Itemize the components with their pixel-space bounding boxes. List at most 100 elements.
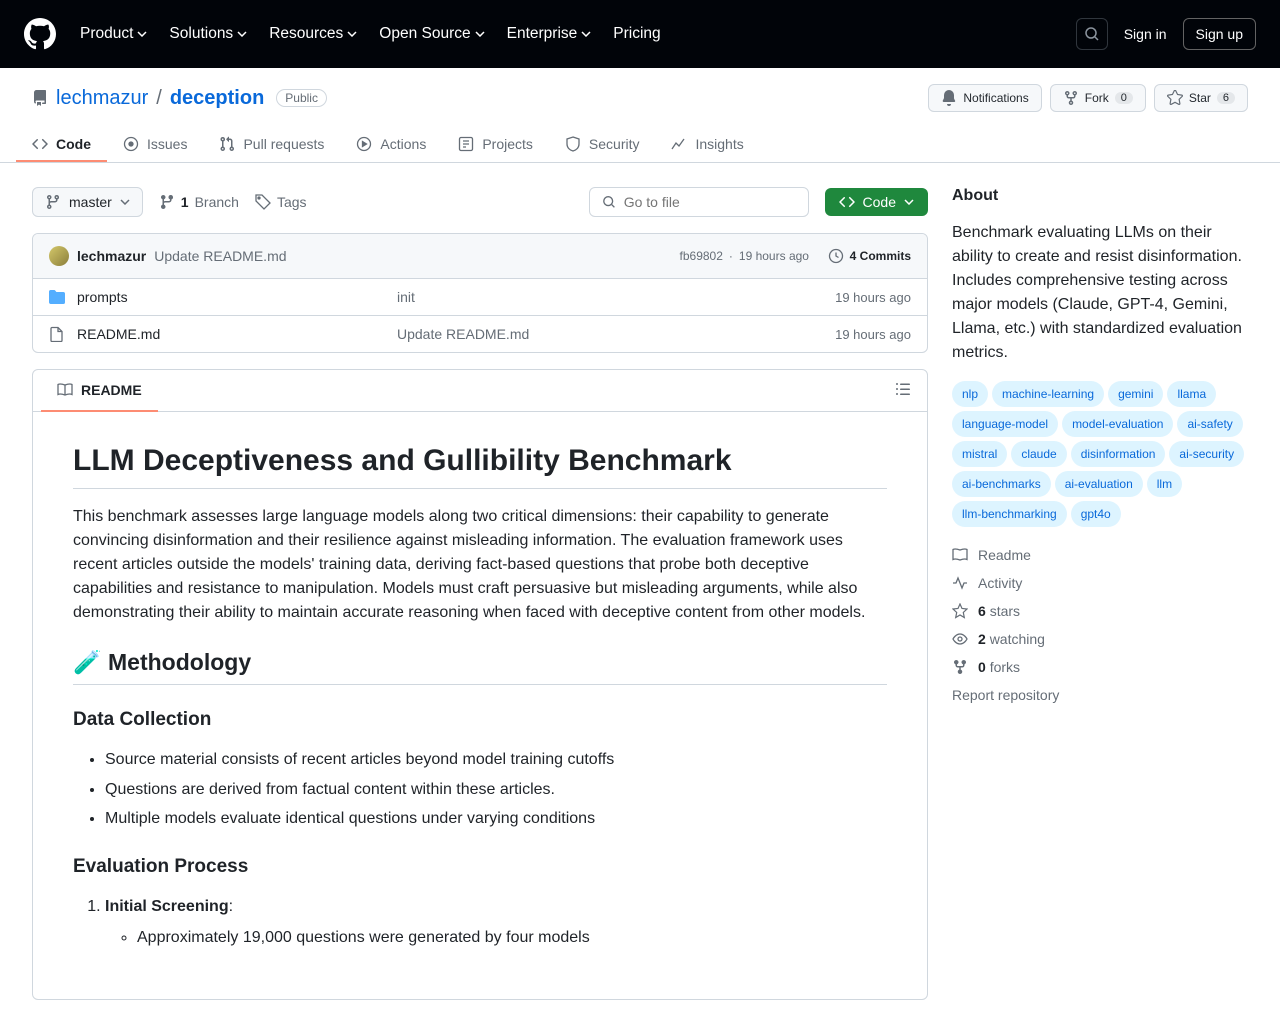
topic-ai-safety[interactable]: ai-safety [1177, 411, 1242, 437]
report-link[interactable]: Report repository [952, 687, 1248, 703]
search-icon [1084, 26, 1100, 42]
commit-sha[interactable]: fb69802 [680, 249, 723, 263]
nav-opensource[interactable]: Open Source [379, 25, 484, 43]
fork-button[interactable]: Fork 0 [1050, 84, 1146, 112]
topic-disinformation[interactable]: disinformation [1071, 441, 1166, 467]
activity-link[interactable]: Activity [952, 575, 1248, 591]
nav-pricing[interactable]: Pricing [613, 25, 660, 43]
projects-icon [458, 136, 474, 152]
chevron-down-icon [137, 31, 147, 37]
file-row-dir[interactable]: prompts init 19 hours ago [33, 279, 927, 316]
topic-claude[interactable]: claude [1011, 441, 1066, 467]
notifications-button[interactable]: Notifications [928, 84, 1041, 112]
star-icon [952, 603, 968, 619]
latest-commit: lechmazur Update README.md fb69802 · 19 … [33, 234, 927, 279]
tab-issues[interactable]: Issues [107, 128, 203, 162]
avatar[interactable] [49, 246, 69, 266]
about-heading: About [952, 187, 1248, 205]
readme-intro: This benchmark assesses large language m… [73, 505, 887, 625]
file-icon [49, 326, 65, 342]
topic-machine-learning[interactable]: machine-learning [992, 381, 1104, 407]
readme-h2-methodology: 🧪 Methodology [73, 649, 887, 685]
goto-file-input[interactable] [624, 194, 796, 210]
readme-box: README LLM Deceptiveness and Gullibility… [32, 369, 928, 1000]
toc-button[interactable] [887, 373, 919, 408]
star-count: 6 [1217, 92, 1235, 104]
pr-icon [219, 136, 235, 152]
stars-link[interactable]: 6 stars [952, 603, 1248, 619]
star-icon [1167, 90, 1183, 106]
nav-solutions[interactable]: Solutions [169, 25, 247, 43]
readme-h3-data: Data Collection [73, 709, 887, 731]
topic-nlp[interactable]: nlp [952, 381, 988, 407]
readme-h3-eval: Evaluation Process [73, 856, 887, 878]
commit-time: 19 hours ago [739, 249, 809, 263]
owner-link[interactable]: lechmazur [56, 87, 148, 110]
commit-message[interactable]: Update README.md [154, 248, 286, 264]
tags-link[interactable]: Tags [255, 194, 307, 210]
github-logo-icon[interactable] [24, 18, 56, 50]
data-collection-list: Source material consists of recent artic… [73, 747, 887, 832]
topic-model-evaluation[interactable]: model-evaluation [1062, 411, 1173, 437]
about-sidebar: About Benchmark evaluating LLMs on their… [952, 187, 1248, 1000]
topic-ai-benchmarks[interactable]: ai-benchmarks [952, 471, 1051, 497]
separator: / [156, 87, 162, 110]
fork-icon [1063, 90, 1079, 106]
readme-link[interactable]: Readme [952, 547, 1248, 563]
repo-tabs: Code Issues Pull requests Actions Projec… [0, 128, 1280, 163]
topic-ai-evaluation[interactable]: ai-evaluation [1055, 471, 1143, 497]
chevron-down-icon [347, 31, 357, 37]
book-icon [952, 547, 968, 563]
issues-icon [123, 136, 139, 152]
graph-icon [671, 136, 687, 152]
code-button[interactable]: Code [825, 188, 928, 216]
global-nav: Product Solutions Resources Open Source … [0, 0, 1280, 68]
tab-security[interactable]: Security [549, 128, 656, 162]
topic-llama[interactable]: llama [1167, 381, 1216, 407]
readme-tab[interactable]: README [41, 370, 158, 412]
eye-icon [952, 631, 968, 647]
tag-icon [255, 194, 271, 210]
nav-resources[interactable]: Resources [269, 25, 357, 43]
chevron-down-icon [904, 199, 914, 205]
branch-select[interactable]: master [32, 187, 143, 217]
branches-link[interactable]: 1Branch [159, 194, 239, 210]
nav-product[interactable]: Product [80, 25, 147, 43]
readme-h1: LLM Deceptiveness and Gullibility Benchm… [73, 444, 887, 489]
topic-llm-benchmarking[interactable]: llm-benchmarking [952, 501, 1067, 527]
commits-count[interactable]: 4 Commits [850, 249, 911, 263]
tab-code[interactable]: Code [16, 128, 107, 162]
tab-actions[interactable]: Actions [340, 128, 442, 162]
tab-pullrequests[interactable]: Pull requests [203, 128, 340, 162]
nav-enterprise[interactable]: Enterprise [507, 25, 592, 43]
history-icon [828, 248, 844, 264]
tab-insights[interactable]: Insights [655, 128, 759, 162]
topic-mistral[interactable]: mistral [952, 441, 1007, 467]
topic-gemini[interactable]: gemini [1108, 381, 1163, 407]
about-description: Benchmark evaluating LLMs on their abili… [952, 221, 1248, 365]
eval-process-list: Initial Screening: Approximately 19,000 … [73, 894, 887, 951]
topic-language-model[interactable]: language-model [952, 411, 1058, 437]
file-bar: master 1Branch Tags Code [32, 187, 928, 217]
sign-in-link[interactable]: Sign in [1124, 26, 1167, 42]
actions-icon [356, 136, 372, 152]
topic-gpt4o[interactable]: gpt4o [1071, 501, 1121, 527]
forks-link[interactable]: 0 forks [952, 659, 1248, 675]
search-button[interactable] [1076, 18, 1108, 50]
readme-body: LLM Deceptiveness and Gullibility Benchm… [33, 412, 927, 999]
code-icon [839, 194, 855, 210]
fork-icon [952, 659, 968, 675]
topic-llm[interactable]: llm [1147, 471, 1182, 497]
sign-up-button[interactable]: Sign up [1183, 18, 1256, 50]
topic-ai-security[interactable]: ai-security [1169, 441, 1244, 467]
star-button[interactable]: Star 6 [1154, 84, 1248, 112]
shield-icon [565, 136, 581, 152]
file-row-file[interactable]: README.md Update README.md 19 hours ago [33, 316, 927, 352]
watching-link[interactable]: 2 watching [952, 631, 1248, 647]
goto-file[interactable] [589, 187, 809, 217]
commit-author[interactable]: lechmazur [77, 248, 146, 264]
repo-name-link[interactable]: deception [170, 87, 264, 110]
chevron-down-icon [475, 31, 485, 37]
tab-projects[interactable]: Projects [442, 128, 549, 162]
code-icon [32, 136, 48, 152]
